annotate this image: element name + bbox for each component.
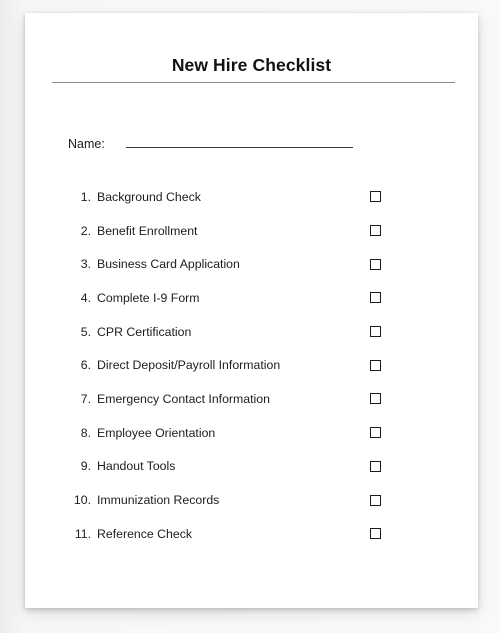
- checklist-item-number: 4.: [80, 290, 91, 305]
- checklist-item-label: Immunization Records: [97, 493, 220, 508]
- checklist-item-label: Complete I-9 Form: [97, 290, 200, 305]
- checklist-item-number: 5.: [80, 324, 91, 339]
- checklist-item-label: Handout Tools: [97, 459, 176, 474]
- checklist-item-number: 11.: [74, 526, 91, 541]
- checklist-item-number: 7.: [80, 391, 91, 406]
- checklist-item-label: CPR Certification: [97, 324, 192, 339]
- checkbox-icon[interactable]: [370, 528, 381, 540]
- checklist-row: 1. Background Check: [25, 180, 478, 214]
- checkbox-icon[interactable]: [370, 326, 381, 338]
- checklist-row: 7. Emergency Contact Information: [25, 382, 478, 416]
- checkbox-icon[interactable]: [370, 359, 381, 371]
- checkbox-icon[interactable]: [370, 191, 381, 203]
- checklist-item-number: 2.: [80, 223, 91, 238]
- checklist-row: 9. Handout Tools: [25, 450, 478, 484]
- checklist-row: 6. Direct Deposit/Payroll Information: [25, 348, 478, 382]
- checklist-item-number: 8.: [80, 425, 91, 440]
- checklist-row: 10. Immunization Records: [25, 483, 478, 517]
- checklist-item-number: 1.: [80, 189, 91, 204]
- checklist-item-label: Employee Orientation: [97, 425, 216, 440]
- name-field-row: Name:: [68, 135, 353, 151]
- checkbox-icon[interactable]: [370, 393, 381, 405]
- checklist-item-label: Emergency Contact Information: [97, 391, 270, 406]
- document-body: New Hire Checklist Name: 1. Background Ch…: [25, 13, 478, 608]
- checklist-item-label: Background Check: [97, 189, 201, 204]
- checkbox-icon[interactable]: [370, 494, 381, 506]
- title-divider: [52, 82, 455, 83]
- document-page: New Hire Checklist Name: 1. Background Ch…: [25, 13, 478, 608]
- checklist-item-number: 10.: [73, 493, 91, 508]
- checkbox-icon[interactable]: [370, 258, 381, 270]
- checklist-row: 8. Employee Orientation: [25, 416, 478, 450]
- checkbox-icon[interactable]: [370, 292, 381, 304]
- name-input[interactable]: [125, 135, 353, 148]
- checklist-row: 5. CPR Certification: [25, 315, 478, 349]
- checklist-item-number: 3.: [80, 257, 91, 272]
- checklist-item-number: 9.: [80, 459, 91, 474]
- name-label: Name:: [68, 137, 105, 151]
- checklist-row: 4. Complete I-9 Form: [25, 281, 478, 315]
- checkbox-icon[interactable]: [370, 225, 381, 237]
- checklist: 1. Background Check 2. Benefit Enrollment 3.…: [25, 180, 478, 551]
- checkbox-icon[interactable]: [370, 427, 381, 439]
- checklist-row: 2. Benefit Enrollment: [25, 214, 478, 248]
- checklist-item-label: Direct Deposit/Payroll Information: [97, 358, 281, 373]
- page-title: New Hire Checklist: [171, 55, 332, 75]
- checklist-row: 11. Reference Check: [25, 517, 478, 551]
- checklist-row: 3. Business Card Application: [25, 247, 478, 281]
- checklist-item-number: 6.: [80, 358, 91, 373]
- checklist-item-label: Benefit Enrollment: [97, 223, 198, 238]
- checklist-item-label: Business Card Application: [97, 257, 240, 272]
- checklist-item-label: Reference Check: [97, 526, 193, 541]
- checkbox-icon[interactable]: [370, 460, 381, 472]
